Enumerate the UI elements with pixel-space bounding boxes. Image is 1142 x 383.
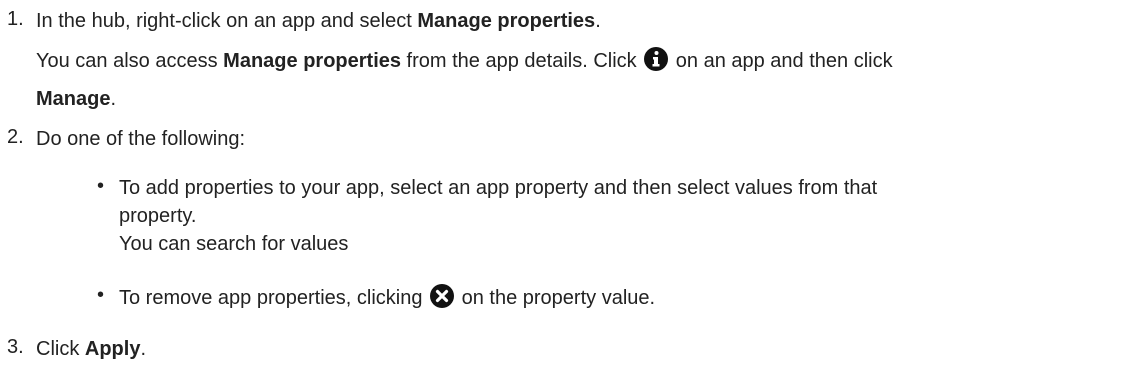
- bullet-2-line: To remove app properties, clicking on th…: [119, 284, 655, 311]
- bullet-dot: •: [97, 175, 105, 197]
- step-1-line-3: Manage.: [36, 88, 117, 110]
- step-2-number: 2.: [7, 126, 24, 148]
- remove-circle-icon: [430, 284, 455, 308]
- step-1-manage: Manage: [36, 88, 111, 110]
- step-3-line: Click Apply.: [36, 338, 147, 360]
- step-1-manage-properties-ref: Manage properties: [223, 50, 401, 72]
- step-1-text: In the hub, right-click on an app and se…: [36, 10, 418, 32]
- step-1-number: 1.: [7, 8, 24, 30]
- bullet-1-line-1: To add properties to your app, select an…: [119, 177, 878, 199]
- bullet-1-line-2: property.: [119, 205, 197, 227]
- info-circle-icon: [644, 47, 669, 71]
- step-1-line-1: In the hub, right-click on an app and se…: [36, 10, 601, 32]
- step-2-text: Do one of the following:: [36, 128, 246, 150]
- bullet-dot: •: [97, 284, 105, 306]
- step-3-apply: Apply: [84, 338, 141, 360]
- step-1-line-2: You can also access Manage properties fr…: [36, 47, 893, 74]
- bullet-1-line-3: You can search for values: [119, 233, 349, 255]
- step-3-number: 3.: [7, 336, 24, 358]
- step-1-manage-properties: Manage properties: [417, 10, 596, 32]
